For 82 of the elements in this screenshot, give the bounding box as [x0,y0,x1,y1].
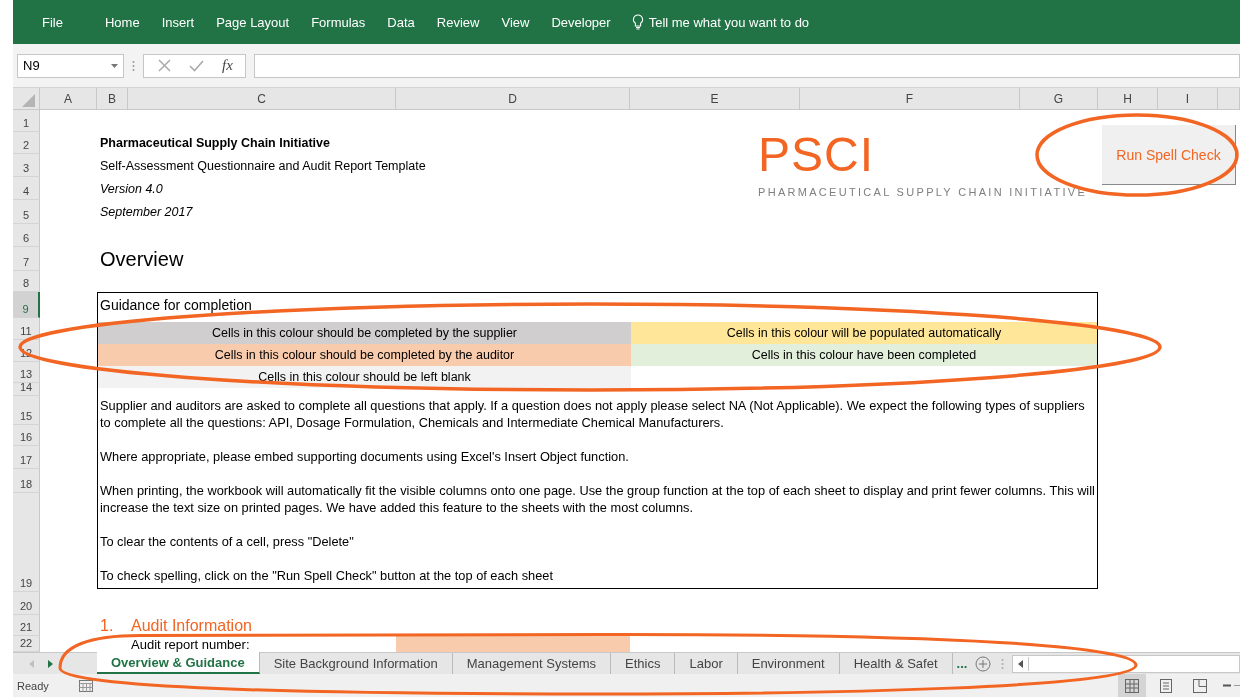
colour-legend-cell: Cells in this colour have been completed [631,344,1097,366]
lightbulb-icon [631,14,644,30]
grip-icon [132,59,135,72]
status-text: Ready [17,679,49,692]
logo-tagline: PHARMACEUTICAL SUPPLY CHAIN INITIATIVE [758,186,1088,198]
row-header[interactable]: 16 [13,425,40,446]
version-text: Version 4.0 [99,181,163,196]
view-mode-button[interactable] [1118,674,1146,697]
grid-icon [1123,676,1141,695]
page-break-icon [1191,676,1209,695]
column-header[interactable]: C [128,88,396,110]
column-header[interactable]: H [1098,88,1158,110]
ribbon-tab[interactable]: Insert [150,14,206,30]
row-header[interactable]: 13 [13,362,40,383]
ribbon-tab[interactable]: Page Layout [205,14,301,30]
column-header[interactable] [1218,88,1240,110]
more-tabs-button[interactable]: ... [956,656,968,671]
scroll-right-icon[interactable] [48,659,53,668]
tell-me-field[interactable]: Tell me what you want to do [648,14,810,30]
document-subtitle: Self-Assessment Questionnaire and Audit Report Template [99,158,426,173]
sheet-tab[interactable]: Overview & Guidance [97,652,260,674]
section-heading: Overview [99,247,184,271]
column-header[interactable]: B [97,88,128,110]
row-header[interactable]: 5 [13,200,40,224]
splitter-icon[interactable] [1001,657,1005,670]
ribbon-tab[interactable]: File [31,14,74,30]
row-header[interactable]: 9 [13,292,40,318]
row-header[interactable]: 8 [13,271,40,292]
ribbon-tab[interactable]: Review [425,14,491,30]
row-header[interactable]: 15 [13,396,40,425]
row-header[interactable]: 18 [13,469,40,493]
guidance-title: Guidance for completion [99,296,252,315]
guidance-paragraph: To check spelling, click on the "Run Spell Check" button at the top of each sheet [100,567,554,584]
guidance-paragraph: Supplier and auditors are asked to complete all questions that apply. If a question does not apply please select NA (Not Applicable). We expect the following types of suppliers to complete all the questions: API, Dosage Formulation, Chemicals and Intermediate Chemical Manufacturers. [100,397,1086,431]
row-header[interactable]: 3 [13,154,40,177]
macro-record-icon[interactable] [78,679,93,692]
guidance-paragraph: Where appropriate, please embed supporting documents using Excel's Insert Object function. [100,448,630,465]
column-header[interactable]: A [40,88,97,110]
input-cell[interactable] [396,636,630,652]
date-text: September 2017 [99,205,193,219]
cancel-icon[interactable] [158,59,171,72]
guidance-paragraph: When printing, the workbook will automatically fit the visible columns onto one page. Use the group function at the top of each sheet to display and print fewer columns. This will increase the text size on printed pages. We have added this feature to the sheets with the most columns. [100,482,1095,516]
section-heading: Audit Information [130,617,252,634]
row-header[interactable]: 11 [13,318,40,340]
row-header[interactable]: 17 [13,446,40,469]
colour-legend-cell: Cells in this colour should be completed by the supplier [98,322,631,344]
row-header[interactable]: 19 [13,493,40,592]
select-all-button[interactable] [13,88,40,110]
logo-mark: PSCI [758,132,875,178]
formula-input[interactable] [253,53,1240,78]
column-header[interactable]: G [1020,88,1098,110]
colour-legend-cell: Cells in this colour will be populated automatically [631,322,1097,344]
section-number: 1. [99,617,114,634]
column-header[interactable]: D [396,88,630,110]
field-label: Audit report number: [130,638,250,652]
page-icon [1157,676,1175,695]
row-header[interactable]: 21 [13,615,40,636]
row-header[interactable]: 4 [13,177,40,200]
ribbon-tab[interactable]: Home [93,14,151,30]
column-header[interactable]: E [630,88,800,110]
colour-legend-cell: Cells in this colour should be left blank [98,366,631,388]
row-header[interactable]: 22 [13,636,40,652]
ribbon-tab[interactable]: View [490,14,541,30]
row-header[interactable]: 7 [13,247,40,271]
name-box[interactable]: N9 [17,53,124,78]
guidance-paragraph: To clear the contents of a cell, press "Delete" [100,533,355,550]
row-header[interactable]: 2 [13,132,40,154]
row-header[interactable]: 14 [13,383,40,396]
column-header[interactable]: F [800,88,1020,110]
column-header[interactable]: I [1158,88,1218,110]
horizontal-scrollbar[interactable] [1012,654,1240,673]
colour-legend-cell: Cells in this colour should be completed by the auditor [98,344,631,366]
insert-function-button[interactable]: fx [222,57,233,74]
ribbon-tab[interactable]: Data [376,14,426,30]
ribbon-tab[interactable]: Developer [540,14,622,30]
row-header[interactable]: 1 [13,110,40,132]
document-title: Pharmaceutical Supply Chain Initiative [99,136,330,150]
row-header[interactable]: 20 [13,592,40,615]
add-sheet-icon[interactable] [975,655,992,672]
row-header[interactable]: 6 [13,224,40,247]
enter-icon[interactable] [189,59,204,72]
ribbon-tab[interactable]: Formulas [300,14,377,30]
